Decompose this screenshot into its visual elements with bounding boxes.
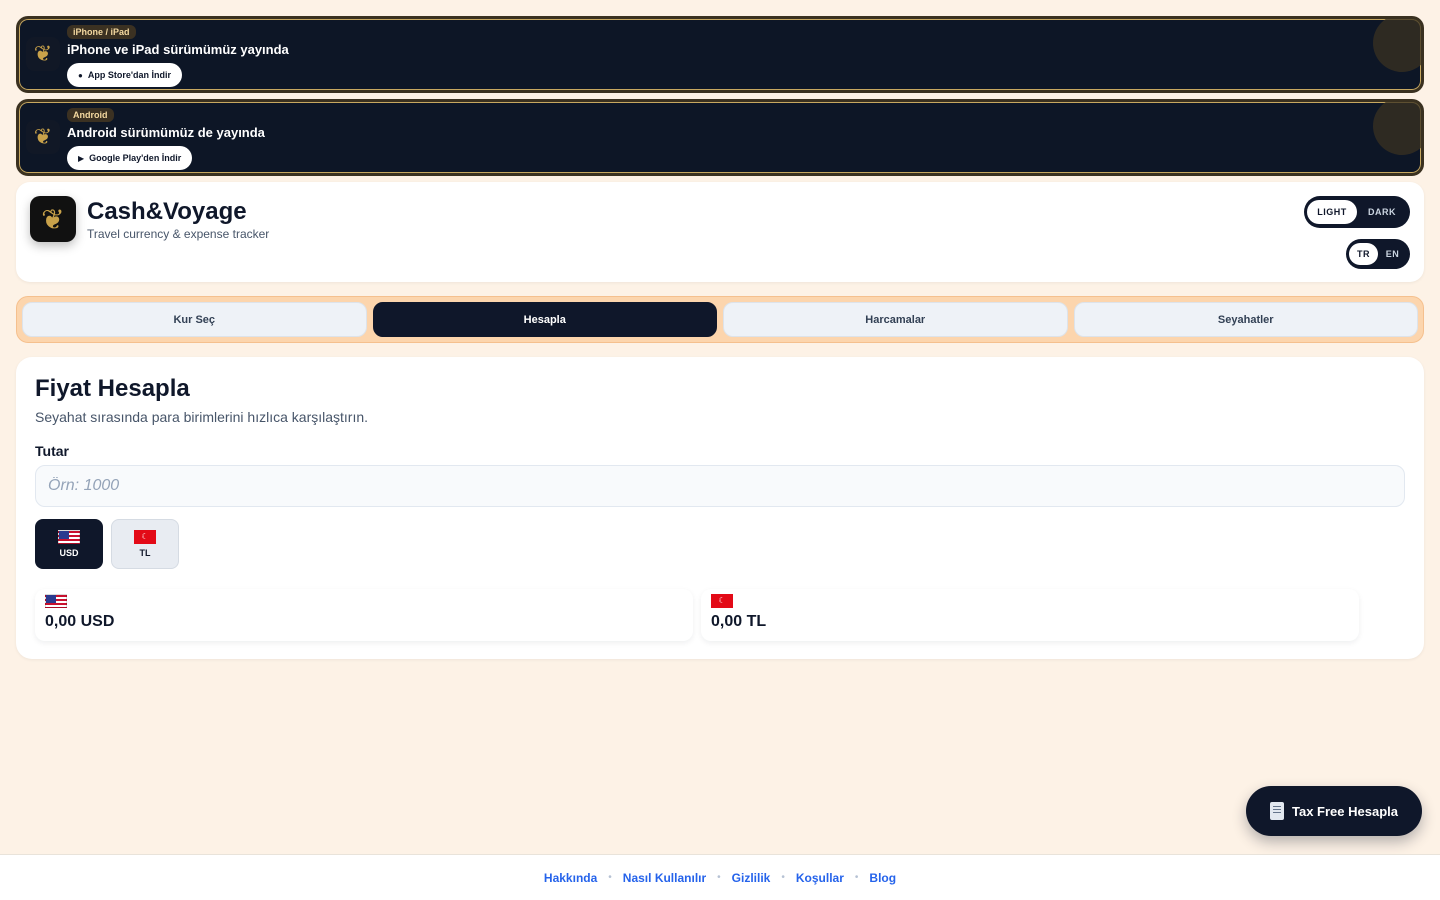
ios-promo-banner: ❦ iPhone / iPad iPhone ve iPad sürümümüz… bbox=[16, 16, 1424, 93]
theme-option-light[interactable]: LIGHT bbox=[1307, 200, 1357, 224]
result-value: 0,00 TL bbox=[711, 613, 767, 630]
us-flag-icon bbox=[45, 594, 67, 608]
currency-button-usd[interactable]: USD bbox=[35, 519, 103, 569]
language-toggle[interactable]: TR EN bbox=[1346, 239, 1410, 269]
tab-harcamalar[interactable]: Harcamalar bbox=[723, 302, 1068, 337]
footer-link-terms[interactable]: Koşullar bbox=[796, 871, 844, 885]
peacock-logo-icon: ❦ bbox=[26, 37, 60, 71]
footer-separator: • bbox=[781, 872, 785, 883]
result-value: 0,00 USD bbox=[45, 613, 115, 630]
tax-free-label: Tax Free Hesapla bbox=[1292, 803, 1398, 819]
currency-code: TL bbox=[139, 548, 151, 558]
google-play-download-button[interactable]: ▶ Google Play'den İndir bbox=[67, 146, 193, 170]
footer-link-how-to-use[interactable]: Nasıl Kullanılır bbox=[623, 871, 706, 885]
currency-code: USD bbox=[59, 548, 79, 558]
footer-separator: • bbox=[608, 872, 612, 883]
receipt-icon bbox=[1270, 802, 1284, 820]
banner-title: iPhone ve iPad sürümümüz yayında bbox=[67, 42, 289, 57]
footer-separator: • bbox=[717, 872, 721, 883]
peacock-logo-icon: ❦ bbox=[26, 120, 60, 154]
tr-flag-icon: ☾ bbox=[134, 530, 156, 544]
button-label: App Store'dan İndir bbox=[87, 70, 171, 80]
amount-label: Tutar bbox=[35, 443, 69, 459]
decorative-circle bbox=[1373, 19, 1421, 72]
page-title: Fiyat Hesapla bbox=[35, 375, 190, 402]
footer-link-privacy[interactable]: Gizlilik bbox=[732, 871, 771, 885]
banner-title: Android sürümümüz de yayında bbox=[67, 125, 265, 140]
tab-kur-sec[interactable]: Kur Seç bbox=[22, 302, 367, 337]
result-usd: 0,00 USD bbox=[35, 589, 693, 641]
app-name: Cash&Voyage bbox=[87, 198, 247, 225]
page-subtitle: Seyahat sırasında para birimlerini hızlı… bbox=[35, 409, 369, 425]
tax-free-calculate-button[interactable]: Tax Free Hesapla bbox=[1246, 786, 1422, 836]
main-tabs: Kur Seç Hesapla Harcamalar Seyahatler bbox=[16, 296, 1424, 343]
footer-separator: • bbox=[854, 872, 859, 883]
result-tl: ☾ 0,00 TL bbox=[701, 589, 1359, 641]
theme-option-dark[interactable]: DARK bbox=[1357, 200, 1407, 224]
button-label: Google Play'den İndir bbox=[89, 153, 182, 163]
app-store-download-button[interactable]: ● App Store'dan İndir bbox=[67, 63, 182, 87]
app-tagline: Travel currency & expense tracker bbox=[87, 227, 270, 241]
lang-option-tr[interactable]: TR bbox=[1349, 243, 1378, 265]
footer-link-about[interactable]: Hakkında bbox=[544, 871, 597, 885]
android-promo-banner: ❦ Android Android sürümümüz de yayında ▶… bbox=[16, 99, 1424, 176]
play-icon: ▶ bbox=[78, 154, 85, 163]
us-flag-icon bbox=[58, 530, 80, 544]
tab-seyahatler[interactable]: Seyahatler bbox=[1073, 302, 1418, 337]
app-header: ❦ Cash&Voyage Travel currency & expense … bbox=[16, 182, 1424, 282]
currency-button-tl[interactable]: ☾ TL bbox=[111, 519, 179, 569]
banner-platform-pill: Android bbox=[67, 108, 114, 122]
decorative-circle bbox=[1373, 102, 1421, 155]
tr-flag-icon: ☾ bbox=[711, 594, 733, 608]
peacock-app-icon: ❦ bbox=[30, 196, 76, 242]
amount-input[interactable] bbox=[35, 465, 1405, 507]
price-calculator-card: Fiyat Hesapla Seyahat sırasında para bir… bbox=[16, 357, 1424, 659]
tab-hesapla[interactable]: Hesapla bbox=[372, 302, 717, 337]
theme-toggle[interactable]: LIGHT DARK bbox=[1304, 196, 1410, 228]
footer-link-blog[interactable]: Blog bbox=[869, 871, 896, 885]
apple-icon: ● bbox=[78, 71, 83, 80]
banner-platform-pill: iPhone / iPad bbox=[67, 25, 136, 39]
footer-links: Hakkında • Nasıl Kullanılır • Gizlilik •… bbox=[0, 854, 1440, 900]
lang-option-en[interactable]: EN bbox=[1378, 243, 1407, 265]
